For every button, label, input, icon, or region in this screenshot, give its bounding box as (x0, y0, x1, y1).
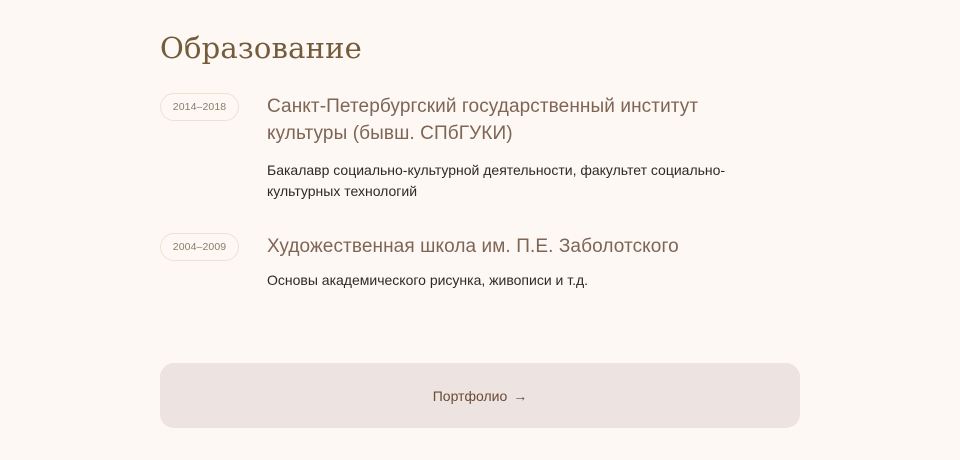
arrow-right-icon: → (513, 387, 528, 404)
portfolio-button[interactable]: Портфолио → (160, 363, 800, 428)
institution-name: Художественная школа им. П.Е. Заболотско… (267, 236, 679, 257)
education-details: Художественная школа им. П.Е. Заболотско… (267, 233, 767, 291)
portfolio-button-label: Портфолио (432, 387, 508, 404)
section-title: Образование (160, 31, 362, 65)
education-description: Бакалавр социально-культурной деятельнос… (267, 162, 726, 199)
year-badge: 2004–2009 (160, 233, 239, 261)
year-badge: 2014–2018 (160, 93, 239, 121)
institution-name: Санкт-Петербургский государственный инст… (267, 96, 699, 144)
education-details: Санкт-Петербургский государственный инст… (267, 93, 767, 202)
education-description: Основы академического рисунка, живописи … (267, 272, 589, 288)
